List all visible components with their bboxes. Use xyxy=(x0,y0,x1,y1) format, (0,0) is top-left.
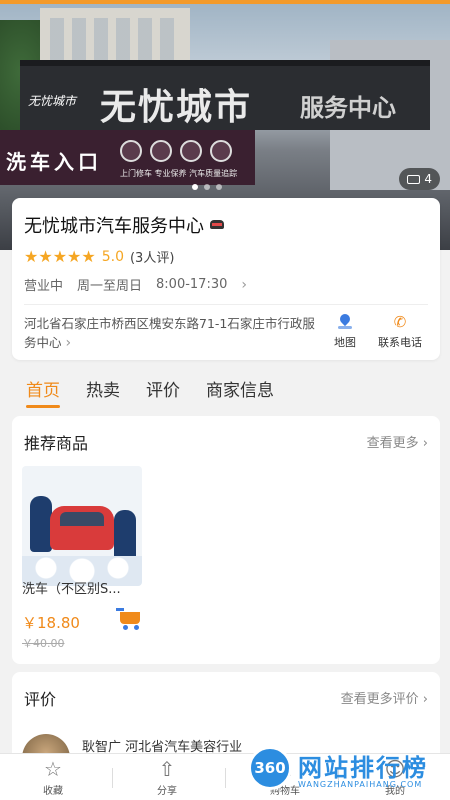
brand-logo-icon xyxy=(120,140,142,162)
brand-logos xyxy=(120,140,232,162)
watermark-badge: 360 xyxy=(248,746,292,790)
phone-icon: ✆ xyxy=(393,313,407,331)
business-hours-row[interactable]: 营业中 周一至周日 8:00-17:30 › xyxy=(24,275,247,295)
call-label: 联系电话 xyxy=(378,336,422,349)
store-tabs: 首页 热卖 评价 商家信息 xyxy=(0,366,450,410)
see-more-label: 查看更多 xyxy=(366,436,419,451)
see-more-reviews-link[interactable]: 查看更多评价 › xyxy=(341,688,428,707)
business-status: 营业中 xyxy=(24,279,64,294)
divider xyxy=(112,768,113,788)
add-to-cart-icon[interactable] xyxy=(116,608,142,630)
gate-sign-sub: 服务中心 xyxy=(300,93,396,122)
car-icon xyxy=(208,218,226,232)
brand-logo-icon xyxy=(150,140,172,162)
product-original-price: ￥40.00 xyxy=(22,637,65,650)
store-info-card: 无忧城市汽车服务中心 ★★★★★ 5.0 (3人评) 营业中 周一至周日 8:0… xyxy=(12,198,440,360)
map-pin-icon xyxy=(337,314,353,330)
tab-reviews[interactable]: 评价 xyxy=(146,366,180,410)
cart-wheel xyxy=(123,625,128,630)
review-count: (3人评) xyxy=(129,251,175,266)
chevron-right-icon: › xyxy=(241,276,247,293)
store-name-row: 无忧城市汽车服务中心 xyxy=(24,212,226,238)
photo-count: 4 xyxy=(424,172,432,186)
carousel-dot[interactable] xyxy=(216,184,222,190)
divider xyxy=(225,768,226,788)
gate-sign-main: 无忧城市 xyxy=(100,86,253,128)
call-button[interactable]: ✆ 联系电话 xyxy=(378,314,422,350)
favorite-label: 收藏 xyxy=(43,786,63,797)
carousel-dots[interactable] xyxy=(192,184,222,190)
tab-hot-sale[interactable]: 热卖 xyxy=(86,366,120,410)
chevron-right-icon: › xyxy=(65,335,72,351)
map-label: 地图 xyxy=(334,336,356,349)
map-button[interactable]: 地图 xyxy=(334,314,356,350)
tab-merchant-info[interactable]: 商家信息 xyxy=(206,366,274,410)
share-icon: ⇧ xyxy=(158,757,176,781)
store-name: 无忧城市汽车服务中心 xyxy=(24,216,204,237)
rating-score: 5.0 xyxy=(101,248,124,265)
cart-wheel xyxy=(134,625,139,630)
watermark-subtext: WANGZHANPAIHANG.COM xyxy=(298,780,423,789)
cart-handle xyxy=(116,608,124,611)
top-accent-bar xyxy=(0,0,450,4)
reviews-title: 评价 xyxy=(24,690,57,709)
product-price: ￥18.80 xyxy=(22,614,80,632)
watermark-text: 网站排行榜 xyxy=(298,754,428,782)
car-window xyxy=(60,512,104,526)
watermark: 360 网站排行榜 WANGZHANPAIHANG.COM xyxy=(248,742,448,798)
chevron-right-icon: › xyxy=(422,436,428,451)
brand-logo-icon xyxy=(210,140,232,162)
carousel-dot[interactable] xyxy=(192,184,198,190)
gate-logo: 无忧城市 xyxy=(28,94,77,108)
business-days: 周一至周日 xyxy=(77,279,143,294)
star-outline-icon: ☆ xyxy=(44,757,62,781)
store-page: 无忧城市 无忧城市 服务中心 洗车入口 上门修车 专业保养 汽车质量追踪 4 无… xyxy=(0,0,450,800)
worker-figure xyxy=(30,496,52,552)
favorite-button[interactable]: ☆ 收藏 xyxy=(42,758,64,797)
product-image[interactable] xyxy=(22,466,142,586)
divider xyxy=(24,304,428,305)
photo-count-badge[interactable]: 4 xyxy=(399,168,440,190)
banner-slogan: 上门修车 专业保养 汽车质量追踪 xyxy=(120,169,238,178)
share-label: 分享 xyxy=(157,786,177,797)
star-rating-icon: ★★★★★ xyxy=(24,247,96,266)
store-address[interactable]: 河北省石家庄市桥西区槐安东路71-1石家庄市行政服务中心 › xyxy=(24,314,324,353)
see-more-link[interactable]: 查看更多 › xyxy=(367,432,428,451)
entrance-sign: 洗车入口 xyxy=(6,150,102,174)
rating-row[interactable]: ★★★★★ 5.0 (3人评) xyxy=(24,247,174,266)
camera-icon xyxy=(407,174,421,184)
tab-home[interactable]: 首页 xyxy=(26,366,60,410)
cart-basket xyxy=(120,612,140,624)
recommended-title: 推荐商品 xyxy=(24,434,89,453)
business-hours: 8:00-17:30 xyxy=(156,277,228,292)
carousel-dot[interactable] xyxy=(204,184,210,190)
recommended-products-card: 推荐商品 查看更多 › 洗车（不区别S... ￥18.80 ￥40.00 xyxy=(12,416,440,664)
worker-figure xyxy=(114,510,136,560)
share-button[interactable]: ⇧ 分享 xyxy=(156,758,178,797)
see-more-reviews-label: 查看更多评价 xyxy=(340,692,419,707)
chevron-right-icon: › xyxy=(422,692,428,707)
product-name[interactable]: 洗车（不区别S... xyxy=(22,578,146,597)
brand-logo-icon xyxy=(180,140,202,162)
